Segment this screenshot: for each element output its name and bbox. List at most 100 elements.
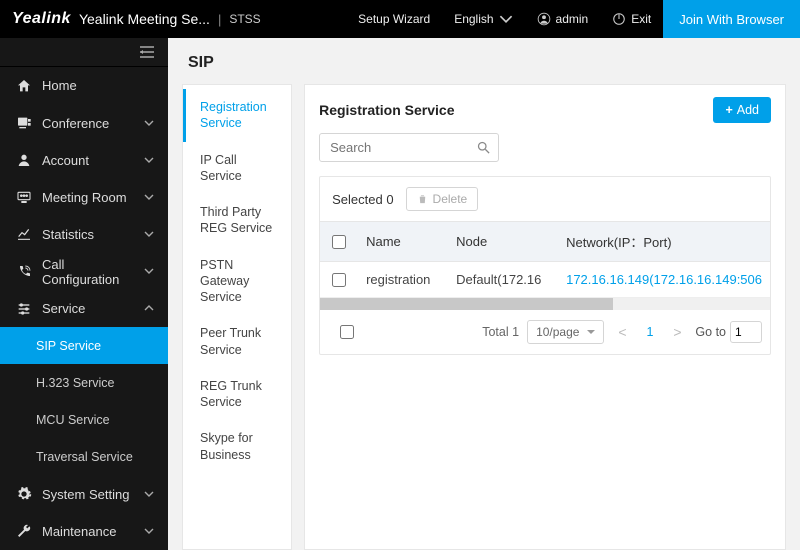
- sidebar-subitem-label: MCU Service: [36, 413, 110, 427]
- cell-network[interactable]: 172.16.16.149(172.16.16.149:506: [558, 262, 770, 297]
- scroll-thumb[interactable]: [320, 298, 612, 310]
- sidebar-item-label: System Setting: [42, 487, 129, 502]
- plus-icon: +: [725, 103, 732, 117]
- delete-button[interactable]: Delete: [406, 187, 479, 211]
- chevron-down-icon: [144, 155, 154, 165]
- sidebar-item-label: Service: [42, 301, 85, 316]
- footer-checkbox[interactable]: [340, 325, 354, 339]
- sidebar-item-label: Conference: [42, 116, 109, 131]
- pagination: Total 1 10/page < 1 > Go to: [320, 310, 770, 354]
- chevron-down-icon: [144, 192, 154, 202]
- subnav-ip-call-service[interactable]: IP Call Service: [183, 142, 291, 195]
- account-icon: [16, 152, 32, 168]
- table-row: registration Default(172.16 172.16.16.14…: [320, 262, 770, 298]
- goto-label: Go to: [695, 325, 726, 339]
- row-checkbox[interactable]: [332, 273, 346, 287]
- sidebar-item-system-setting[interactable]: System Setting: [0, 476, 168, 513]
- wrench-icon: [16, 523, 32, 539]
- user-label: admin: [556, 12, 589, 26]
- col-node: Node: [448, 224, 558, 259]
- search-icon: [476, 140, 491, 155]
- chevron-down-icon: [144, 229, 154, 239]
- chevron-down-icon: [144, 526, 154, 536]
- exit-link[interactable]: Exit: [600, 0, 663, 38]
- exit-label: Exit: [631, 12, 651, 26]
- statistics-icon: [16, 226, 32, 242]
- prev-page-button[interactable]: <: [612, 324, 632, 340]
- app-subtitle: STSS: [229, 12, 260, 26]
- table-box: Selected 0 Delete Name Node Network(IP：P…: [319, 176, 771, 355]
- sidebar-subitem-traversal-service[interactable]: Traversal Service: [0, 439, 168, 476]
- horizontal-scrollbar[interactable]: [320, 298, 770, 310]
- sidebar-item-label: Call Configuration: [42, 257, 134, 287]
- delete-label: Delete: [433, 192, 468, 206]
- power-icon: [612, 12, 626, 26]
- title-divider: |: [218, 12, 221, 27]
- call-config-icon: [16, 264, 32, 280]
- subnav-registration-service[interactable]: Registration Service: [183, 89, 291, 142]
- sidebar-item-maintenance[interactable]: Maintenance: [0, 513, 168, 550]
- chevron-down-icon: [499, 12, 513, 26]
- trash-icon: [417, 193, 428, 205]
- sidebar-subitem-label: Traversal Service: [36, 450, 133, 464]
- sidebar: Home Conference Account Meeting Room Sta…: [0, 38, 168, 550]
- sidebar-item-label: Statistics: [42, 227, 94, 242]
- sidebar-item-account[interactable]: Account: [0, 142, 168, 179]
- sidebar-subitem-sip-service[interactable]: SIP Service: [0, 327, 168, 364]
- chevron-down-icon: [144, 489, 154, 499]
- next-page-button[interactable]: >: [667, 324, 687, 340]
- sidebar-item-meeting-room[interactable]: Meeting Room: [0, 179, 168, 216]
- sidebar-item-service[interactable]: Service: [0, 290, 168, 327]
- sidebar-item-label: Account: [42, 153, 89, 168]
- sidebar-item-statistics[interactable]: Statistics: [0, 216, 168, 253]
- cell-name: registration: [358, 262, 448, 297]
- total-label: Total 1: [482, 325, 519, 339]
- content-panel: Registration Service + Add Selected 0: [304, 84, 786, 550]
- app-title: Yealink Meeting Se...: [79, 11, 210, 27]
- gear-icon: [16, 486, 32, 502]
- home-icon: [16, 78, 32, 94]
- meeting-room-icon: [16, 189, 32, 205]
- subnav-reg-trunk-service[interactable]: REG Trunk Service: [183, 368, 291, 421]
- join-browser-button[interactable]: Join With Browser: [663, 0, 800, 38]
- sidebar-item-call-configuration[interactable]: Call Configuration: [0, 253, 168, 290]
- sidebar-item-conference[interactable]: Conference: [0, 104, 168, 141]
- topbar: Yealink Yealink Meeting Se... | STSS Set…: [0, 0, 800, 38]
- chevron-down-icon: [144, 118, 154, 128]
- brand-logo: Yealink: [0, 10, 79, 28]
- setup-wizard-link[interactable]: Setup Wizard: [346, 0, 442, 38]
- conference-icon: [16, 115, 32, 131]
- table-header: Name Node Network(IP：Port): [320, 221, 770, 262]
- content-title: Registration Service: [319, 102, 454, 118]
- user-icon: [537, 12, 551, 26]
- subnav-skype-for-business[interactable]: Skype for Business: [183, 420, 291, 473]
- sidebar-subitem-label: SIP Service: [36, 339, 101, 353]
- chevron-up-icon: [144, 303, 154, 313]
- select-all-checkbox[interactable]: [332, 235, 346, 249]
- sidebar-item-home[interactable]: Home: [0, 67, 168, 104]
- join-label: Join With Browser: [679, 12, 784, 27]
- sidebar-subitem-mcu-service[interactable]: MCU Service: [0, 401, 168, 438]
- per-page-select[interactable]: 10/page: [527, 320, 604, 344]
- subnav-peer-trunk-service[interactable]: Peer Trunk Service: [183, 315, 291, 368]
- current-page: 1: [640, 325, 659, 339]
- add-button[interactable]: + Add: [713, 97, 771, 123]
- chevron-down-icon: [144, 266, 154, 276]
- page-title: SIP: [188, 54, 786, 72]
- sidebar-item-label: Maintenance: [42, 524, 116, 539]
- search-input[interactable]: [319, 133, 499, 162]
- language-select[interactable]: English: [442, 0, 524, 38]
- sidebar-subitem-label: H.323 Service: [36, 376, 115, 390]
- sidebar-subitem-h323-service[interactable]: H.323 Service: [0, 364, 168, 401]
- language-label: English: [454, 12, 493, 26]
- goto-input[interactable]: [730, 321, 762, 343]
- subnav-pstn-gateway-service[interactable]: PSTN Gateway Service: [183, 247, 291, 316]
- collapse-icon: [140, 46, 154, 58]
- sidebar-collapse-toggle[interactable]: [0, 38, 168, 67]
- user-menu[interactable]: admin: [525, 0, 601, 38]
- service-icon: [16, 301, 32, 317]
- selected-label: Selected 0: [332, 192, 393, 207]
- sidebar-item-label: Meeting Room: [42, 190, 127, 205]
- col-name: Name: [358, 224, 448, 259]
- subnav-third-party-reg-service[interactable]: Third Party REG Service: [183, 194, 291, 247]
